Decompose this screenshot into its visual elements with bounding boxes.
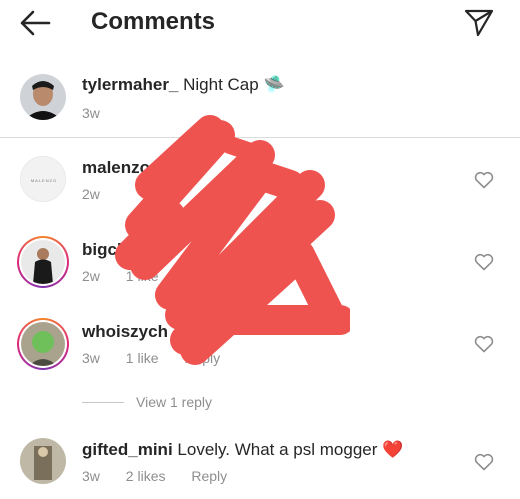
comment-meta: 3w 1 like Reply <box>82 350 242 366</box>
header-bar: Comments <box>0 0 520 46</box>
avatar[interactable] <box>20 438 66 484</box>
like-button[interactable] <box>474 335 494 353</box>
comment-time: 3w <box>82 350 100 366</box>
comment-time: 2w <box>82 268 100 284</box>
comment-username[interactable]: whoiszych <box>82 322 168 341</box>
comment-username[interactable]: bigchris <box>82 240 148 259</box>
caption-meta: 3w <box>82 105 122 121</box>
comment-likes[interactable]: 2 likes <box>126 468 166 484</box>
like-button[interactable] <box>474 253 494 271</box>
comment-row: bigchris 2w 1 like <box>0 222 520 304</box>
comment-likes[interactable]: 1 like <box>126 268 159 284</box>
comment-line: whoiszych <box>82 322 168 342</box>
comment-time: 3w <box>82 468 100 484</box>
comment-line: bigchris <box>82 240 148 260</box>
heart-icon <box>474 253 494 271</box>
caption-time: 3w <box>82 105 100 121</box>
red-heart-emoji: ❤️ <box>382 440 404 459</box>
comment-line: malenzo <box>82 158 150 178</box>
share-button[interactable] <box>463 6 495 38</box>
comment-row: whoiszych 3w 1 like Reply <box>0 304 520 386</box>
avatar-story-ring[interactable] <box>17 318 69 370</box>
comment-username[interactable]: gifted_mini <box>82 440 173 459</box>
paper-plane-icon <box>464 9 494 37</box>
avatar-story-ring[interactable] <box>17 236 69 288</box>
avatar-image <box>20 438 66 484</box>
heart-icon <box>474 335 494 353</box>
comment-text: Lovely. What a psl mogger <box>177 440 378 459</box>
comment-username[interactable]: malenzo <box>82 158 150 177</box>
avatar-image <box>21 240 65 284</box>
avatar-image <box>20 74 66 120</box>
ufo-emoji: 🛸 <box>263 75 285 94</box>
reply-button[interactable]: Reply <box>184 350 220 366</box>
comment-meta: 2w 1 like <box>82 268 180 284</box>
post-caption: tylermaher_ Night Cap 🛸 3w <box>0 64 520 138</box>
divider-line <box>82 402 124 403</box>
caption-username[interactable]: tylermaher_ <box>82 75 178 94</box>
like-button[interactable] <box>474 453 494 471</box>
avatar[interactable] <box>20 74 66 120</box>
back-button[interactable] <box>18 8 52 38</box>
reply-button[interactable]: Reply <box>191 468 227 484</box>
arrow-left-icon <box>20 10 51 36</box>
comment-line: gifted_mini Lovely. What a psl mogger ❤️ <box>82 440 403 460</box>
comment-time: 2w <box>82 186 100 202</box>
comment-row: MALENZO malenzo 2w <box>0 140 520 222</box>
avatar[interactable]: MALENZO <box>20 156 66 202</box>
caption-text: Night Cap <box>183 75 259 94</box>
comment-meta: 2w <box>82 186 122 202</box>
caption-line: tylermaher_ Night Cap 🛸 <box>82 75 285 95</box>
avatar-image <box>21 322 65 366</box>
heart-icon <box>474 453 494 471</box>
heart-icon <box>474 171 494 189</box>
like-button[interactable] <box>474 171 494 189</box>
page-title: Comments <box>91 8 216 35</box>
comment-row: gifted_mini Lovely. What a psl mogger ❤️… <box>0 422 520 499</box>
view-replies-label: View 1 reply <box>136 394 213 410</box>
avatar-logo-text: MALENZO <box>30 177 58 183</box>
comment-likes[interactable]: 1 like <box>126 350 159 366</box>
comment-meta: 3w 2 likes Reply <box>82 468 249 484</box>
